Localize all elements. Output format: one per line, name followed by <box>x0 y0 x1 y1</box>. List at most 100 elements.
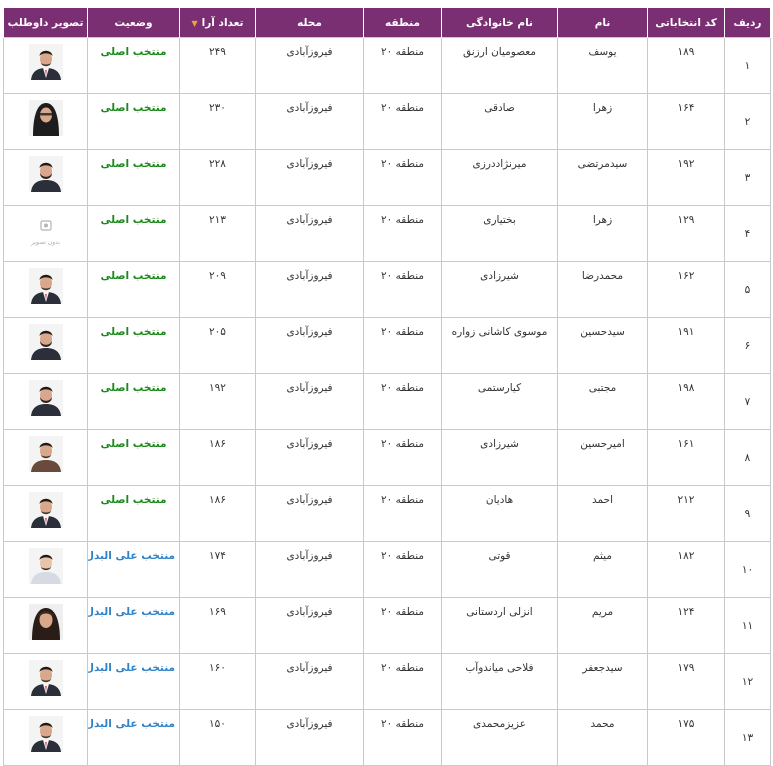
cell-photo <box>3 37 88 94</box>
cell-code: ۱۸۹ <box>647 37 725 94</box>
cell-last-name: کیارستمی <box>441 373 558 430</box>
cell-rownum: ۱۳ <box>724 709 771 766</box>
cell-status: منتخب علی البدل <box>87 541 180 598</box>
cell-rownum: ۹ <box>724 485 771 542</box>
cell-votes: ۱۵۰ <box>179 709 256 766</box>
cell-last-name: عزیزمحمدی <box>441 709 558 766</box>
cell-region: منطقه ۲۰ <box>363 541 442 598</box>
cell-last-name: انزلی اردستانی <box>441 597 558 654</box>
cell-area: فیروزآبادی <box>255 149 364 206</box>
table-row: ۲ ۱۶۴ زهرا صادقی منطقه ۲۰ فیروزآبادی ۲۳۰ منتخب … <box>3 93 771 150</box>
cell-area: فیروزآبادی <box>255 37 364 94</box>
cell-rownum: ۱۰ <box>724 541 771 598</box>
no-photo-caption: بدون تصویر <box>31 239 60 246</box>
header-photo[interactable]: تصویر داوطلب <box>3 7 88 38</box>
cell-rownum: ۸ <box>724 429 771 486</box>
status-badge: منتخب علی البدل <box>87 606 176 618</box>
cell-last-name: بختیاری <box>441 205 558 262</box>
cell-area: فیروزآبادی <box>255 373 364 430</box>
cell-status: منتخب اصلی <box>87 205 180 262</box>
header-first-name[interactable]: نام <box>557 7 648 38</box>
header-code[interactable]: کد انتخاباتی <box>647 7 725 38</box>
cell-region: منطقه ۲۰ <box>363 485 442 542</box>
cell-code: ۱۷۹ <box>647 653 725 710</box>
table-row: ۸ ۱۶۱ امیرحسین شیرزادی منطقه ۲۰ فیروزآبادی ۱۸۶… <box>3 429 771 486</box>
cell-photo <box>3 429 88 486</box>
cell-region: منطقه ۲۰ <box>363 653 442 710</box>
cell-first-name: سیدحسین <box>557 317 648 374</box>
sort-desc-icon: ▼ <box>191 18 198 28</box>
header-region[interactable]: منطقه <box>363 7 442 38</box>
cell-first-name: امیرحسین <box>557 429 648 486</box>
table-row: ۷ ۱۹۸ مجتبی کیارستمی منطقه ۲۰ فیروزآبادی ۱۹۲ من… <box>3 373 771 430</box>
cell-photo <box>3 541 88 598</box>
table-row: ۳ ۱۹۲ سیدمرتضی میرنژاددرزی منطقه ۲۰ فیروزآباد… <box>3 149 771 206</box>
header-area[interactable]: محله <box>255 7 364 38</box>
status-badge: منتخب علی البدل <box>87 718 176 730</box>
cell-region: منطقه ۲۰ <box>363 429 442 486</box>
cell-status: منتخب اصلی <box>87 261 180 318</box>
cell-code: ۱۶۱ <box>647 429 725 486</box>
candidate-photo[interactable] <box>28 100 63 136</box>
cell-status: منتخب علی البدل <box>87 709 180 766</box>
cell-rownum: ۳ <box>724 149 771 206</box>
status-badge: منتخب علی البدل <box>87 662 176 674</box>
cell-region: منطقه ۲۰ <box>363 205 442 262</box>
candidate-photo[interactable] <box>28 268 63 304</box>
cell-first-name: مجتبی <box>557 373 648 430</box>
cell-votes: ۱۷۴ <box>179 541 256 598</box>
header-status[interactable]: وضعیت <box>87 7 180 38</box>
candidate-photo[interactable] <box>28 324 63 360</box>
cell-first-name: سیدجعفر <box>557 653 648 710</box>
cell-votes: ۲۲۸ <box>179 149 256 206</box>
cell-code: ۱۹۲ <box>647 149 725 206</box>
cell-area: فیروزآبادی <box>255 485 364 542</box>
status-badge: منتخب اصلی <box>100 158 167 170</box>
cell-code: ۱۶۴ <box>647 93 725 150</box>
cell-code: ۱۹۸ <box>647 373 725 430</box>
cell-votes: ۱۸۶ <box>179 429 256 486</box>
cell-code: ۲۱۲ <box>647 485 725 542</box>
candidate-photo[interactable] <box>28 716 63 752</box>
cell-code: ۱۲۹ <box>647 205 725 262</box>
candidate-photo[interactable] <box>28 492 63 528</box>
cell-first-name: سیدمرتضی <box>557 149 648 206</box>
cell-area: فیروزآبادی <box>255 653 364 710</box>
cell-region: منطقه ۲۰ <box>363 37 442 94</box>
cell-status: منتخب اصلی <box>87 149 180 206</box>
cell-code: ۱۶۲ <box>647 261 725 318</box>
cell-rownum: ۶ <box>724 317 771 374</box>
table-row: ۱۰ ۱۸۲ میثم قوتی منطقه ۲۰ فیروزآبادی ۱۷۴ منتخب … <box>3 541 771 598</box>
header-rownum[interactable]: ردیف <box>724 7 771 38</box>
cell-last-name: شیرزادی <box>441 261 558 318</box>
cell-area: فیروزآبادی <box>255 597 364 654</box>
candidate-photo[interactable] <box>28 44 63 80</box>
candidate-photo[interactable] <box>28 660 63 696</box>
cell-area: فیروزآبادی <box>255 709 364 766</box>
results-table: ردیف کد انتخاباتی نام نام خانوادگی منطقه… <box>3 7 771 766</box>
cell-last-name: معصومیان ارزنق <box>441 37 558 94</box>
cell-area: فیروزآبادی <box>255 541 364 598</box>
cell-first-name: مریم <box>557 597 648 654</box>
cell-photo <box>3 317 88 374</box>
cell-status: منتخب اصلی <box>87 485 180 542</box>
header-last-name[interactable]: نام خانوادگی <box>441 7 558 38</box>
status-badge: منتخب اصلی <box>100 102 167 114</box>
status-badge: منتخب علی البدل <box>87 550 176 562</box>
cell-votes: ۲۰۵ <box>179 317 256 374</box>
cell-region: منطقه ۲۰ <box>363 317 442 374</box>
cell-region: منطقه ۲۰ <box>363 93 442 150</box>
candidate-photo[interactable] <box>28 380 63 416</box>
cell-code: ۱۷۵ <box>647 709 725 766</box>
header-votes[interactable]: تعداد آرا▼ <box>179 7 256 38</box>
candidate-photo[interactable] <box>28 156 63 192</box>
candidate-photo[interactable] <box>28 548 63 584</box>
cell-votes: ۲۰۹ <box>179 261 256 318</box>
candidate-photo[interactable] <box>28 604 63 640</box>
candidate-photo[interactable] <box>28 436 63 472</box>
cell-votes: ۲۱۳ <box>179 205 256 262</box>
cell-region: منطقه ۲۰ <box>363 149 442 206</box>
cell-status: منتخب اصلی <box>87 373 180 430</box>
cell-code: ۱۹۱ <box>647 317 725 374</box>
cell-first-name: زهرا <box>557 205 648 262</box>
